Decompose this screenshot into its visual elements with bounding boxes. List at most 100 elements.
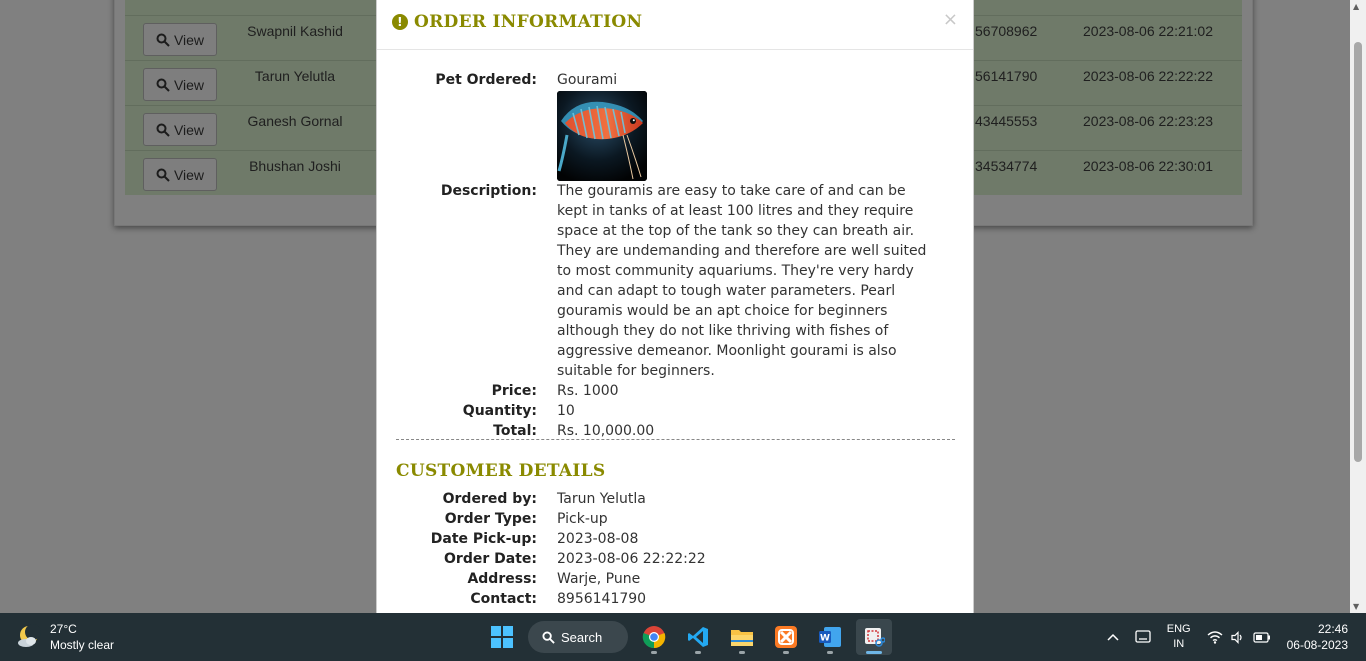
language-code: ENG — [1166, 623, 1191, 635]
quantity-label: Quantity: — [462, 403, 537, 419]
price-row: Price: Rs. 1000 — [377, 381, 973, 401]
date-cell: 2023-08-06 22:22:22 — [1083, 68, 1213, 84]
gourami-fish-image — [557, 91, 647, 181]
show-hidden-icons-button[interactable] — [1107, 633, 1119, 641]
region-code: IN — [1173, 638, 1185, 650]
pet-row: Pet Ordered: Gourami — [377, 70, 973, 181]
snipping-tool-button[interactable] — [856, 619, 892, 655]
price-value: Rs. 1000 — [557, 383, 619, 399]
customer-name: Swapnil Kashid — [247, 23, 343, 39]
contact-cell: 34534774 — [975, 158, 1038, 174]
svg-text:W: W — [820, 634, 830, 644]
date-pickup-row: Date Pick-up: 2023-08-08 — [377, 529, 973, 549]
price-label: Price: — [491, 383, 537, 399]
contact-value: 8956141790 — [557, 591, 647, 607]
volume-icon — [1231, 630, 1242, 644]
search-icon — [156, 78, 170, 92]
order-details: Pet Ordered: Gourami Description: The go… — [377, 70, 973, 441]
vscode-icon — [688, 627, 708, 647]
view-label: View — [173, 76, 205, 93]
taskbar-search[interactable]: Search — [528, 621, 628, 653]
customer-details: Ordered by: Tarun Yelutla Order Type: Pi… — [377, 489, 973, 609]
description-row: Description: The gouramis are easy to ta… — [377, 181, 973, 381]
date-cell: 2023-08-06 22:21:02 — [1083, 23, 1213, 39]
view-label: View — [173, 166, 205, 183]
view-button[interactable]: View — [143, 158, 217, 191]
total-label: Total: — [493, 423, 537, 439]
ordered-by-row: Ordered by: Tarun Yelutla — [377, 489, 973, 509]
running-indicator — [783, 651, 789, 654]
weather-desc: Mostly clear — [50, 638, 115, 652]
system-tray: ENG IN 22:46 06-08-2023 — [1099, 613, 1366, 661]
order-type-value: Pick-up — [557, 511, 608, 527]
chevron-up-icon — [1107, 633, 1119, 641]
ordered-by-label: Ordered by: — [442, 491, 537, 507]
total-row: Total: Rs. 10,000.00 — [377, 421, 973, 441]
quick-settings-button[interactable] — [1207, 630, 1271, 644]
windows-icon — [491, 626, 513, 648]
view-button[interactable]: View — [143, 68, 217, 101]
order-modal: ! ORDER INFORMATION × Pet Ordered: Goura… — [376, 0, 974, 613]
start-button[interactable] — [484, 619, 520, 655]
scroll-down-arrow-icon[interactable]: ▼ — [1353, 602, 1359, 611]
date-cell: 2023-08-06 22:30:01 — [1083, 158, 1213, 174]
running-indicator — [695, 651, 701, 654]
page-scrollbar[interactable]: ▲ ▼ — [1350, 0, 1366, 613]
order-type-row: Order Type: Pick-up — [377, 509, 973, 529]
address-value: Warje, Pune — [557, 571, 641, 587]
search-icon — [156, 33, 170, 47]
order-date-value: 2023-08-06 22:22:22 — [557, 551, 706, 567]
ordered-by-value: Tarun Yelutla — [557, 491, 646, 507]
exclamation-icon: ! — [392, 14, 408, 30]
date-pickup-value: 2023-08-08 — [557, 531, 639, 547]
search-label: Search — [561, 629, 603, 645]
language-indicator[interactable]: ENG IN — [1167, 622, 1191, 652]
close-button[interactable]: × — [943, 9, 958, 30]
address-label: Address: — [467, 571, 537, 587]
chrome-button[interactable] — [636, 619, 672, 655]
taskbar-apps: Search W — [484, 619, 892, 655]
pet-name: Gourami — [557, 72, 618, 88]
scroll-thumb[interactable] — [1354, 42, 1362, 462]
file-explorer-button[interactable] — [724, 619, 760, 655]
taskbar: 27°C Mostly clear Search W ENG IN 22:46 … — [0, 613, 1366, 661]
snipping-tool-icon — [865, 628, 885, 647]
running-indicator — [651, 651, 657, 654]
weather-widget[interactable]: 27°C Mostly clear — [16, 621, 114, 653]
contact-cell: 43445553 — [975, 113, 1038, 129]
xampp-button[interactable] — [768, 619, 804, 655]
description-label: Description: — [440, 183, 537, 199]
customer-details-title: CUSTOMER DETAILS — [396, 461, 606, 481]
running-indicator — [827, 651, 833, 654]
chrome-icon — [642, 626, 666, 649]
clock[interactable]: 22:46 06-08-2023 — [1287, 621, 1348, 653]
weather-text: 27°C Mostly clear — [50, 621, 114, 653]
moon-cloud-icon — [16, 624, 42, 650]
folder-icon — [731, 630, 753, 646]
pet-label: Pet Ordered: — [435, 72, 537, 88]
search-icon — [156, 168, 170, 182]
battery-icon — [1253, 631, 1270, 643]
view-button[interactable]: View — [143, 23, 217, 56]
description-text: The gouramis are easy to take care of an… — [557, 183, 927, 379]
word-button[interactable]: W — [812, 619, 848, 655]
quantity-value: 10 — [557, 403, 575, 419]
view-label: View — [173, 121, 205, 138]
weather-temp: 27°C — [50, 622, 77, 636]
contact-label: Contact: — [470, 591, 537, 607]
search-icon — [156, 123, 170, 137]
order-date-label: Order Date: — [444, 551, 537, 567]
date-cell: 2023-08-06 22:23:23 — [1083, 113, 1213, 129]
view-label: View — [173, 31, 205, 48]
address-row: Address: Warje, Pune — [377, 569, 973, 589]
clock-date: 06-08-2023 — [1286, 638, 1348, 652]
date-pickup-label: Date Pick-up: — [430, 531, 537, 547]
view-button[interactable]: View — [143, 113, 217, 146]
total-value: Rs. 10,000.00 — [557, 423, 655, 439]
quantity-row: Quantity: 10 — [377, 401, 973, 421]
contact-cell: 56141790 — [975, 68, 1038, 84]
touch-keyboard-button[interactable] — [1135, 630, 1151, 644]
scroll-up-arrow-icon[interactable]: ▲ — [1353, 2, 1359, 11]
word-icon: W — [819, 627, 841, 647]
vscode-button[interactable] — [680, 619, 716, 655]
